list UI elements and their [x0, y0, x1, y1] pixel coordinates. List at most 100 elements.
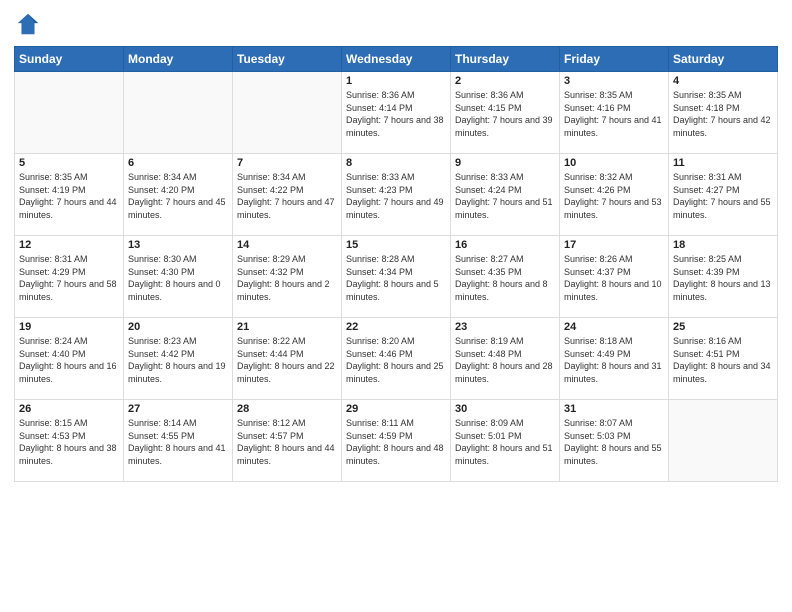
calendar-cell [233, 72, 342, 154]
day-number: 24 [564, 321, 664, 333]
day-info: Sunrise: 8:14 AM Sunset: 4:55 PM Dayligh… [128, 417, 228, 467]
day-number: 31 [564, 403, 664, 415]
day-info: Sunrise: 8:18 AM Sunset: 4:49 PM Dayligh… [564, 335, 664, 385]
calendar-cell: 12Sunrise: 8:31 AM Sunset: 4:29 PM Dayli… [15, 236, 124, 318]
day-info: Sunrise: 8:22 AM Sunset: 4:44 PM Dayligh… [237, 335, 337, 385]
day-info: Sunrise: 8:28 AM Sunset: 4:34 PM Dayligh… [346, 253, 446, 303]
weekday-monday: Monday [124, 47, 233, 72]
calendar-cell: 28 Sunrise: 8:12 AM Sunset: 4:57 PM Dayli… [233, 400, 342, 482]
calendar-cell: 17 Sunrise: 8:26 AM Sunset: 4:37 PM Dayli… [560, 236, 669, 318]
day-info: Sunrise: 8:07 AM Sunset: 5:03 PM Dayligh… [564, 417, 664, 467]
week-row-1: 1Sunrise: 8:36 AM Sunset: 4:14 PM Daylig… [15, 72, 778, 154]
day-info: Sunrise: 8:25 AM Sunset: 4:39 PM Dayligh… [673, 253, 773, 303]
calendar-cell: 13Sunrise: 8:30 AM Sunset: 4:30 PM Dayli… [124, 236, 233, 318]
day-number: 6 [128, 157, 228, 169]
calendar-cell: 9 Sunrise: 8:33 AM Sunset: 4:24 PM Daylig… [451, 154, 560, 236]
calendar-cell: 5 Sunrise: 8:35 AM Sunset: 4:19 PM Daylig… [15, 154, 124, 236]
calendar-cell [669, 400, 778, 482]
page: SundayMondayTuesdayWednesdayThursdayFrid… [0, 0, 792, 612]
day-info: Sunrise: 8:27 AM Sunset: 4:35 PM Dayligh… [455, 253, 555, 303]
weekday-header-row: SundayMondayTuesdayWednesdayThursdayFrid… [15, 47, 778, 72]
weekday-saturday: Saturday [669, 47, 778, 72]
calendar: SundayMondayTuesdayWednesdayThursdayFrid… [14, 46, 778, 482]
day-number: 16 [455, 239, 555, 251]
day-info: Sunrise: 8:20 AM Sunset: 4:46 PM Dayligh… [346, 335, 446, 385]
calendar-cell: 25Sunrise: 8:16 AM Sunset: 4:51 PM Dayli… [669, 318, 778, 400]
day-number: 3 [564, 75, 664, 87]
calendar-cell [15, 72, 124, 154]
day-number: 5 [19, 157, 119, 169]
day-number: 20 [128, 321, 228, 333]
day-number: 9 [455, 157, 555, 169]
day-number: 11 [673, 157, 773, 169]
day-number: 7 [237, 157, 337, 169]
calendar-cell: 7 Sunrise: 8:34 AM Sunset: 4:22 PM Daylig… [233, 154, 342, 236]
week-row-2: 5 Sunrise: 8:35 AM Sunset: 4:19 PM Daylig… [15, 154, 778, 236]
day-number: 17 [564, 239, 664, 251]
day-info: Sunrise: 8:19 AM Sunset: 4:48 PM Dayligh… [455, 335, 555, 385]
calendar-cell: 27 Sunrise: 8:14 AM Sunset: 4:55 PM Dayli… [124, 400, 233, 482]
day-number: 19 [19, 321, 119, 333]
day-info: Sunrise: 8:11 AM Sunset: 4:59 PM Dayligh… [346, 417, 446, 467]
day-info: Sunrise: 8:24 AM Sunset: 4:40 PM Dayligh… [19, 335, 119, 385]
weekday-thursday: Thursday [451, 47, 560, 72]
day-info: Sunrise: 8:31 AM Sunset: 4:27 PM Dayligh… [673, 171, 773, 221]
calendar-cell: 3 Sunrise: 8:35 AM Sunset: 4:16 PM Daylig… [560, 72, 669, 154]
week-row-5: 26Sunrise: 8:15 AM Sunset: 4:53 PM Dayli… [15, 400, 778, 482]
calendar-cell: 31 Sunrise: 8:07 AM Sunset: 5:03 PM Dayli… [560, 400, 669, 482]
weekday-friday: Friday [560, 47, 669, 72]
weekday-tuesday: Tuesday [233, 47, 342, 72]
calendar-cell: 1Sunrise: 8:36 AM Sunset: 4:14 PM Daylig… [342, 72, 451, 154]
calendar-cell: 10 Sunrise: 8:32 AM Sunset: 4:26 PM Dayli… [560, 154, 669, 236]
day-number: 25 [673, 321, 773, 333]
day-info: Sunrise: 8:35 AM Sunset: 4:18 PM Dayligh… [673, 89, 773, 139]
day-info: Sunrise: 8:26 AM Sunset: 4:37 PM Dayligh… [564, 253, 664, 303]
calendar-cell: 11 Sunrise: 8:31 AM Sunset: 4:27 PM Dayli… [669, 154, 778, 236]
day-info: Sunrise: 8:36 AM Sunset: 4:15 PM Dayligh… [455, 89, 555, 139]
day-number: 28 [237, 403, 337, 415]
day-number: 10 [564, 157, 664, 169]
day-info: Sunrise: 8:31 AM Sunset: 4:29 PM Dayligh… [19, 253, 119, 303]
calendar-cell: 19 Sunrise: 8:24 AM Sunset: 4:40 PM Dayli… [15, 318, 124, 400]
calendar-cell: 8Sunrise: 8:33 AM Sunset: 4:23 PM Daylig… [342, 154, 451, 236]
logo [14, 10, 46, 38]
calendar-cell: 15 Sunrise: 8:28 AM Sunset: 4:34 PM Dayli… [342, 236, 451, 318]
calendar-cell: 21 Sunrise: 8:22 AM Sunset: 4:44 PM Dayli… [233, 318, 342, 400]
day-info: Sunrise: 8:30 AM Sunset: 4:30 PM Dayligh… [128, 253, 228, 303]
day-number: 8 [346, 157, 446, 169]
week-row-4: 19 Sunrise: 8:24 AM Sunset: 4:40 PM Dayli… [15, 318, 778, 400]
calendar-cell: 2 Sunrise: 8:36 AM Sunset: 4:15 PM Daylig… [451, 72, 560, 154]
day-info: Sunrise: 8:35 AM Sunset: 4:16 PM Dayligh… [564, 89, 664, 139]
calendar-cell: 30Sunrise: 8:09 AM Sunset: 5:01 PM Dayli… [451, 400, 560, 482]
calendar-cell: 16 Sunrise: 8:27 AM Sunset: 4:35 PM Dayli… [451, 236, 560, 318]
day-info: Sunrise: 8:32 AM Sunset: 4:26 PM Dayligh… [564, 171, 664, 221]
calendar-cell [124, 72, 233, 154]
week-row-3: 12Sunrise: 8:31 AM Sunset: 4:29 PM Dayli… [15, 236, 778, 318]
day-number: 4 [673, 75, 773, 87]
day-number: 2 [455, 75, 555, 87]
day-info: Sunrise: 8:34 AM Sunset: 4:20 PM Dayligh… [128, 171, 228, 221]
day-number: 21 [237, 321, 337, 333]
day-number: 26 [19, 403, 119, 415]
day-info: Sunrise: 8:29 AM Sunset: 4:32 PM Dayligh… [237, 253, 337, 303]
calendar-cell: 24 Sunrise: 8:18 AM Sunset: 4:49 PM Dayli… [560, 318, 669, 400]
calendar-cell: 6 Sunrise: 8:34 AM Sunset: 4:20 PM Daylig… [124, 154, 233, 236]
calendar-cell: 14 Sunrise: 8:29 AM Sunset: 4:32 PM Dayli… [233, 236, 342, 318]
calendar-cell: 22 Sunrise: 8:20 AM Sunset: 4:46 PM Dayli… [342, 318, 451, 400]
day-number: 15 [346, 239, 446, 251]
day-info: Sunrise: 8:12 AM Sunset: 4:57 PM Dayligh… [237, 417, 337, 467]
day-number: 14 [237, 239, 337, 251]
day-number: 29 [346, 403, 446, 415]
calendar-cell: 23Sunrise: 8:19 AM Sunset: 4:48 PM Dayli… [451, 318, 560, 400]
weekday-wednesday: Wednesday [342, 47, 451, 72]
day-number: 30 [455, 403, 555, 415]
day-info: Sunrise: 8:23 AM Sunset: 4:42 PM Dayligh… [128, 335, 228, 385]
logo-icon [14, 10, 42, 38]
day-number: 18 [673, 239, 773, 251]
day-number: 22 [346, 321, 446, 333]
day-number: 27 [128, 403, 228, 415]
day-number: 1 [346, 75, 446, 87]
day-info: Sunrise: 8:34 AM Sunset: 4:22 PM Dayligh… [237, 171, 337, 221]
day-info: Sunrise: 8:35 AM Sunset: 4:19 PM Dayligh… [19, 171, 119, 221]
day-info: Sunrise: 8:33 AM Sunset: 4:24 PM Dayligh… [455, 171, 555, 221]
